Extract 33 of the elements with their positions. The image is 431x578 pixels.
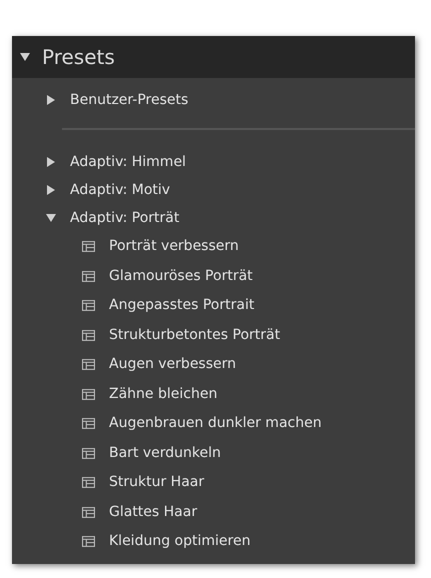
collapse-arrow-icon[interactable] — [20, 52, 30, 62]
preset-icon — [82, 241, 95, 252]
preset-icon — [82, 418, 95, 430]
preset-item[interactable]: Angepasstes Portrait — [109, 295, 254, 316]
preset-icon — [82, 388, 95, 400]
preset-item[interactable]: Struktur Haar — [109, 472, 204, 494]
preset-icon — [82, 300, 95, 312]
preset-icon — [82, 359, 95, 370]
preset-icon — [82, 536, 95, 548]
preset-folder[interactable]: Adaptiv: Motiv — [70, 180, 170, 200]
expand-arrow-icon[interactable] — [46, 157, 56, 167]
preset-icon — [82, 506, 95, 518]
preset-item[interactable]: Glattes Haar — [109, 502, 198, 523]
preset-item[interactable]: Porträt verbessern — [109, 236, 239, 258]
preset-item[interactable]: Bart verdunkeln — [109, 442, 221, 464]
expand-arrow-icon[interactable] — [46, 95, 56, 105]
preset-item[interactable]: Glamouröses Porträt — [109, 266, 253, 287]
preset-item[interactable]: Augen verbessern — [109, 354, 236, 376]
panel-header[interactable]: Presets — [12, 36, 415, 78]
preset-icon — [82, 270, 95, 282]
preset-folder[interactable]: Adaptiv: Himmel — [70, 152, 186, 172]
preset-item[interactable]: Strukturbetontes Porträt — [109, 324, 280, 346]
preset-item[interactable]: Augenbrauen dunkler machen — [109, 413, 322, 434]
preset-icon — [82, 330, 95, 341]
preset-folder[interactable]: Benutzer-Presets — [70, 90, 188, 110]
preset-icon — [82, 477, 95, 488]
preset-item[interactable]: Kleidung optimieren — [109, 531, 250, 552]
preset-item[interactable]: Zähne bleichen — [109, 384, 218, 405]
preset-icon — [82, 448, 95, 459]
expand-arrow-icon[interactable] — [46, 185, 56, 195]
collapse-arrow-icon[interactable] — [46, 213, 56, 223]
preset-folder[interactable]: Adaptiv: Porträt — [70, 208, 180, 228]
panel-title[interactable]: Presets — [42, 42, 115, 72]
